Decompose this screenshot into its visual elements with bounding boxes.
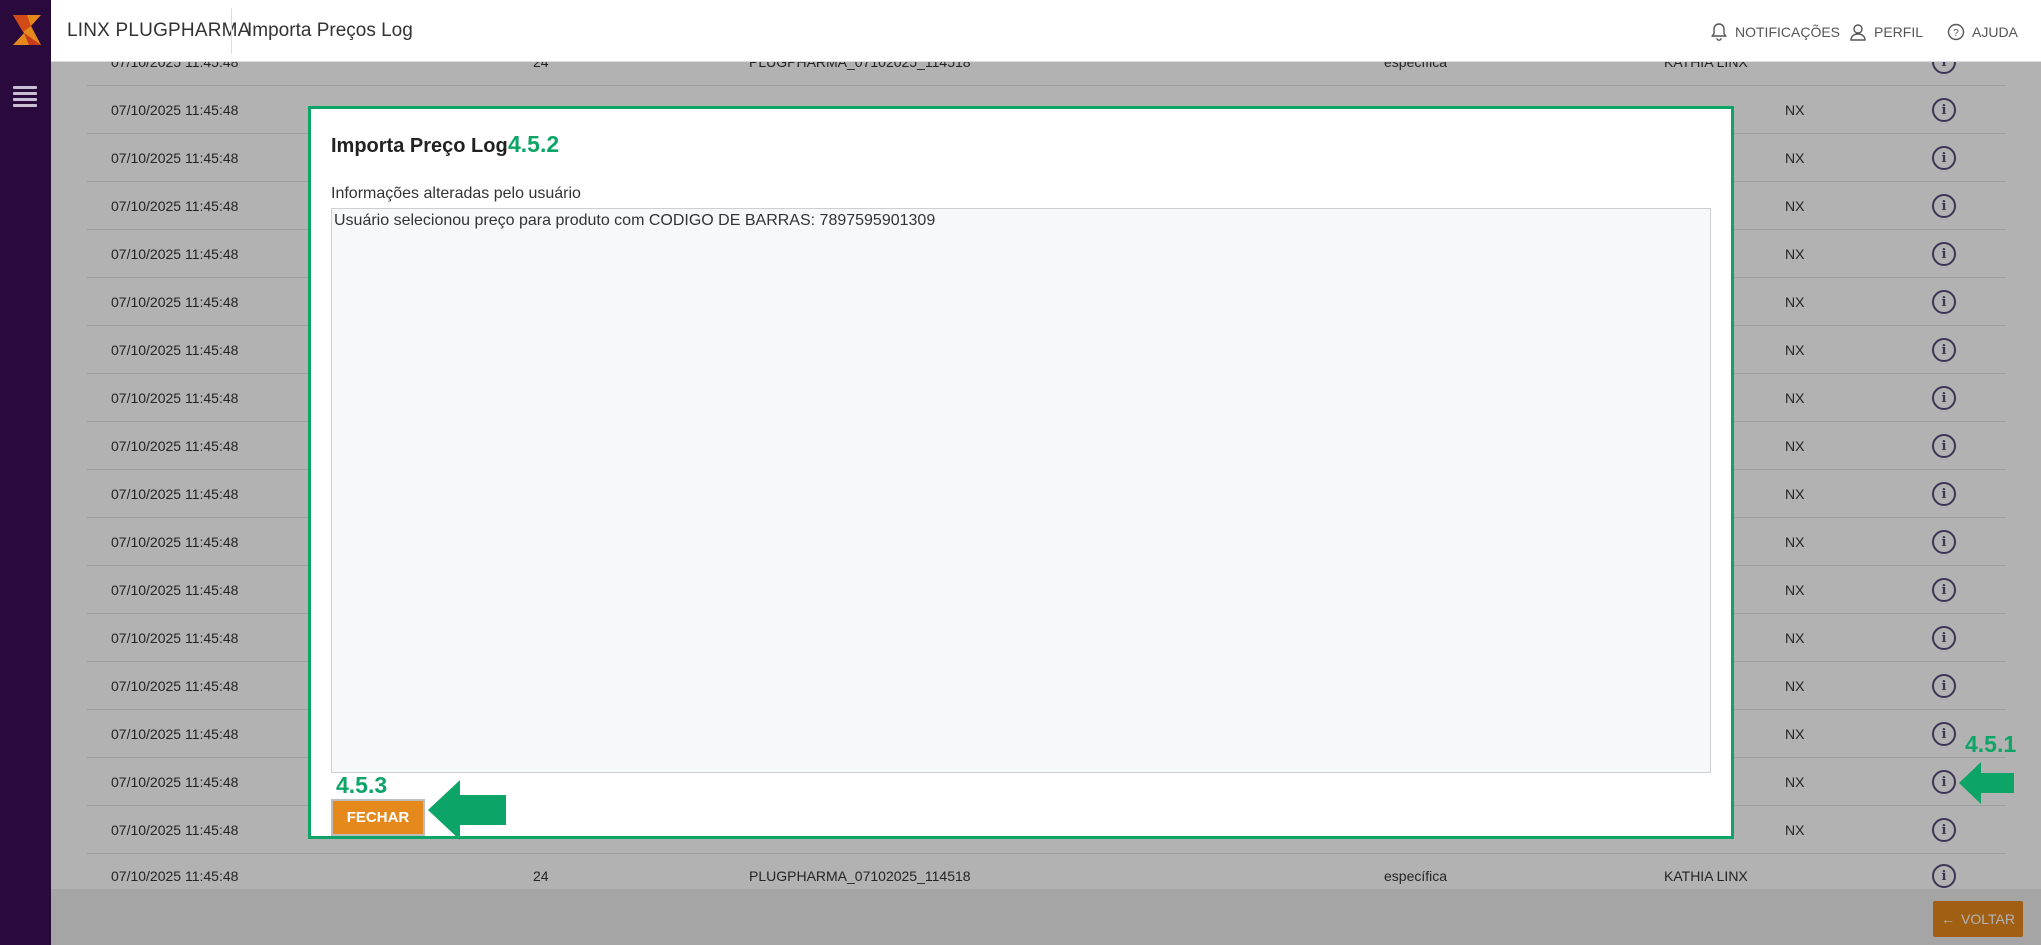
close-button[interactable]: FECHAR bbox=[331, 799, 425, 836]
changes-label: Informações alteradas pelo usuário bbox=[331, 185, 581, 202]
modal-title: Importa Preço Log bbox=[331, 135, 508, 157]
svg-text:?: ? bbox=[1953, 28, 1959, 39]
step-tag: 4.5.2 bbox=[508, 131, 560, 157]
profile-button[interactable]: PERFIL bbox=[1848, 22, 1923, 42]
sidebar bbox=[0, 0, 51, 945]
help-circle-icon: ? bbox=[1947, 23, 1965, 41]
changes-textarea[interactable]: Usuário selecionou preço para produto co… bbox=[331, 208, 1711, 773]
info-step-tag: 4.5.1 bbox=[1965, 731, 2017, 757]
arrow-left-annotation-icon bbox=[1959, 762, 2014, 804]
linx-logo-icon[interactable] bbox=[11, 13, 43, 47]
bell-icon bbox=[1710, 23, 1728, 41]
notifications-label: NOTIFICAÇÕES bbox=[1735, 24, 1841, 40]
brand-name: LINX PLUGPHARMA bbox=[67, 20, 251, 41]
page-title: Importa Preços Log bbox=[247, 20, 413, 41]
help-button[interactable]: ? AJUDA bbox=[1946, 22, 2018, 42]
notifications-button[interactable]: NOTIFICAÇÕES bbox=[1709, 22, 1840, 42]
close-step-tag: 4.5.3 bbox=[336, 772, 388, 798]
top-header: LINX PLUGPHARMA Importa Preços Log NOTIF… bbox=[51, 0, 2041, 62]
hamburger-menu-icon[interactable] bbox=[13, 86, 37, 107]
help-label: AJUDA bbox=[1972, 24, 2018, 40]
arrow-left-annotation-icon bbox=[428, 780, 506, 840]
profile-label: PERFIL bbox=[1874, 24, 1924, 40]
user-icon bbox=[1850, 24, 1866, 41]
header-divider bbox=[231, 8, 232, 54]
log-modal: Importa Preço Log 4.5.2 Informações alte… bbox=[308, 106, 1734, 839]
